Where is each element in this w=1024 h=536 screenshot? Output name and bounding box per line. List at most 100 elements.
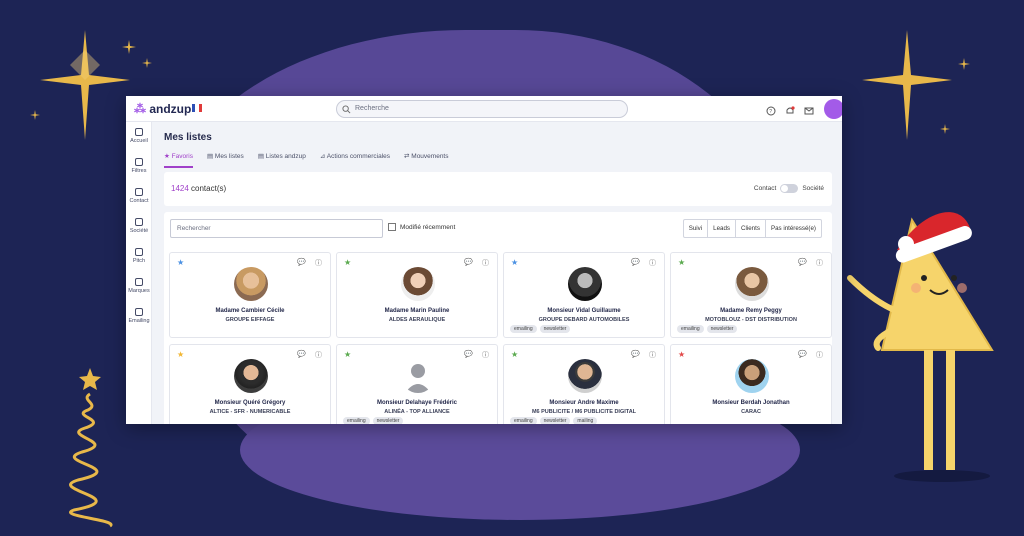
checkbox-icon[interactable] bbox=[388, 223, 396, 231]
flag-fr-icon[interactable] bbox=[192, 104, 202, 112]
toggle-right-label: Société bbox=[802, 185, 824, 192]
brand-logo[interactable]: ⁂ andzup bbox=[134, 102, 191, 116]
filter-leads-button[interactable]: Leads bbox=[708, 220, 737, 237]
comment-icon[interactable]: 💬 bbox=[798, 350, 807, 360]
tag-badge: newsletter bbox=[539, 417, 571, 424]
sidebar-item-label: Emailing bbox=[128, 318, 150, 324]
contact-search-input[interactable]: Rechercher bbox=[170, 219, 383, 238]
help-icon[interactable]: ? bbox=[766, 103, 776, 116]
tab-favoris[interactable]: ★ Favoris bbox=[164, 150, 193, 168]
sidebar-item-emailing[interactable]: Emailing bbox=[126, 308, 152, 324]
notification-bell-icon[interactable] bbox=[785, 103, 795, 114]
tab-listes-andzup[interactable]: ▤ Listes andzup bbox=[258, 150, 306, 168]
mail-icon[interactable] bbox=[804, 103, 814, 115]
comment-icon[interactable]: 💬 bbox=[297, 258, 306, 268]
search-icon bbox=[342, 105, 351, 114]
tab-actions-commerciales[interactable]: ⊿ Actions commerciales bbox=[320, 150, 390, 168]
star-icon[interactable]: ★ bbox=[511, 350, 518, 359]
sidebar-item-pitch[interactable]: Pitch bbox=[126, 248, 152, 264]
star-icon[interactable]: ★ bbox=[678, 258, 685, 267]
contact-card[interactable]: ★ 💬 ⓘ Madame Remy Peggy MOTOBLOUZ - DST D… bbox=[670, 252, 832, 338]
global-search-input[interactable]: Recherche bbox=[336, 100, 628, 118]
contact-company: GROUPE DEBARD AUTOMOBILES bbox=[538, 317, 630, 323]
recently-modified-checkbox[interactable]: Modifié récemment bbox=[388, 223, 455, 231]
info-icon[interactable]: ⓘ bbox=[649, 258, 656, 268]
star-icon[interactable]: ★ bbox=[344, 258, 351, 267]
christmas-tree-icon bbox=[69, 368, 113, 528]
tab-label: Mouvements bbox=[411, 153, 449, 160]
contact-company: M6 PUBLICITE / M6 PUBLICITE DIGITAL bbox=[531, 409, 637, 415]
contact-photo bbox=[401, 267, 435, 301]
contact-photo bbox=[234, 359, 268, 393]
tag-badge: emailing bbox=[677, 325, 704, 333]
comment-icon[interactable]: 💬 bbox=[798, 258, 807, 268]
building-icon bbox=[135, 218, 143, 226]
info-icon[interactable]: ⓘ bbox=[816, 350, 823, 360]
contact-card[interactable]: ★ 💬 ⓘ Monsieur Delahaye Frédéric ALINÉA -… bbox=[336, 344, 498, 424]
tag-badge: newsletter bbox=[539, 325, 571, 333]
sidebar-item-accueil[interactable]: Accueil bbox=[126, 128, 152, 144]
send-icon bbox=[135, 308, 143, 316]
filter-clients-button[interactable]: Clients bbox=[736, 220, 766, 237]
info-icon[interactable]: ⓘ bbox=[816, 258, 823, 268]
sidebar-item-marques[interactable]: Marques bbox=[126, 278, 152, 294]
contact-societe-toggle[interactable]: Contact Société bbox=[754, 184, 824, 193]
toggle-switch[interactable] bbox=[780, 184, 799, 193]
svg-text:?: ? bbox=[769, 109, 772, 115]
info-icon[interactable]: ⓘ bbox=[649, 350, 656, 360]
sidebar-item-filtres[interactable]: Filtres bbox=[126, 158, 152, 174]
star-icon[interactable]: ★ bbox=[177, 350, 184, 359]
contact-name: Monsieur Andre Maxime bbox=[549, 400, 619, 406]
contact-name: Madame Cambier Cécile bbox=[215, 308, 285, 314]
sidebar-item-contact[interactable]: Contact bbox=[126, 188, 152, 204]
contact-card[interactable]: ★ 💬 ⓘ Monsieur Andre Maxime M6 PUBLICITE … bbox=[503, 344, 665, 424]
comment-icon[interactable]: 💬 bbox=[464, 258, 473, 268]
contact-company: ALTICE - SFR - NUMERICABLE bbox=[209, 409, 291, 415]
info-icon[interactable]: ⓘ bbox=[482, 350, 489, 360]
star-icon[interactable]: ★ bbox=[678, 350, 685, 359]
star-icon[interactable]: ★ bbox=[344, 350, 351, 359]
comment-icon[interactable]: 💬 bbox=[464, 350, 473, 360]
contact-card[interactable]: ★ 💬 ⓘ Madame Cambier Cécile GROUPE EIFFAG… bbox=[169, 252, 331, 338]
tag-badge: newsletter bbox=[372, 417, 404, 424]
brand-name: andzup bbox=[149, 102, 192, 116]
contact-name: Monsieur Delahaye Frédéric bbox=[376, 400, 458, 406]
contact-photo bbox=[735, 359, 769, 393]
star-icon[interactable]: ★ bbox=[177, 258, 184, 267]
contact-count: 1424 contact(s) bbox=[171, 184, 226, 193]
sidebar-item-label: Filtres bbox=[131, 168, 147, 174]
info-icon[interactable]: ⓘ bbox=[315, 258, 322, 268]
info-icon[interactable]: ⓘ bbox=[482, 258, 489, 268]
status-filter-group: Suivi Leads Clients Pas intéressé(e) bbox=[682, 219, 822, 238]
contact-company: ALDES AERAULIQUE bbox=[388, 317, 446, 323]
sidebar-item-label: Marques bbox=[128, 288, 150, 294]
tab-mes-listes[interactable]: ▤ Mes listes bbox=[207, 150, 244, 168]
sidebar-item-label: Société bbox=[129, 228, 149, 234]
comment-icon[interactable]: 💬 bbox=[297, 350, 306, 360]
filter-pas-interesse-button[interactable]: Pas intéressé(e) bbox=[766, 220, 821, 237]
contact-card[interactable]: ★ 💬 ⓘ Monsieur Berdah Jonathan CARAC bbox=[670, 344, 832, 424]
tag-badge: newsletter bbox=[706, 325, 738, 333]
comment-icon[interactable]: 💬 bbox=[631, 258, 640, 268]
info-icon[interactable]: ⓘ bbox=[315, 350, 322, 360]
tab-mouvements[interactable]: ⇄ Mouvements bbox=[404, 150, 448, 168]
contact-name: Monsieur Vidal Guillaume bbox=[547, 308, 621, 314]
star-icon[interactable]: ★ bbox=[511, 258, 518, 267]
contacts-panel: Rechercher Modifié récemment Suivi Leads… bbox=[164, 212, 832, 424]
contact-card[interactable]: ★ 💬 ⓘ Monsieur Quéré Grégory ALTICE - SFR… bbox=[169, 344, 331, 424]
tab-label: Actions commerciales bbox=[326, 153, 391, 160]
contact-card[interactable]: ★ 💬 ⓘ Monsieur Vidal Guillaume GROUPE DEB… bbox=[503, 252, 665, 338]
user-avatar[interactable] bbox=[824, 99, 842, 119]
tag-badge: emailing bbox=[343, 417, 370, 424]
results-summary: 1424 contact(s) Contact Société bbox=[164, 172, 832, 206]
filter-suivi-button[interactable]: Suivi bbox=[684, 220, 709, 237]
briefcase-icon bbox=[135, 278, 143, 286]
tag-badge: emailing bbox=[510, 417, 537, 424]
contact-photo bbox=[568, 359, 602, 393]
sidebar-item-societe[interactable]: Société bbox=[126, 218, 152, 234]
contact-card[interactable]: ★ 💬 ⓘ Madame Marin Pauline ALDES AERAULIQ… bbox=[336, 252, 498, 338]
comment-icon[interactable]: 💬 bbox=[631, 350, 640, 360]
megaphone-icon bbox=[135, 248, 143, 256]
app-window: ⁂ andzup Recherche ? Accueil Filtres Con… bbox=[126, 96, 842, 424]
contact-name: Monsieur Berdah Jonathan bbox=[712, 400, 790, 406]
